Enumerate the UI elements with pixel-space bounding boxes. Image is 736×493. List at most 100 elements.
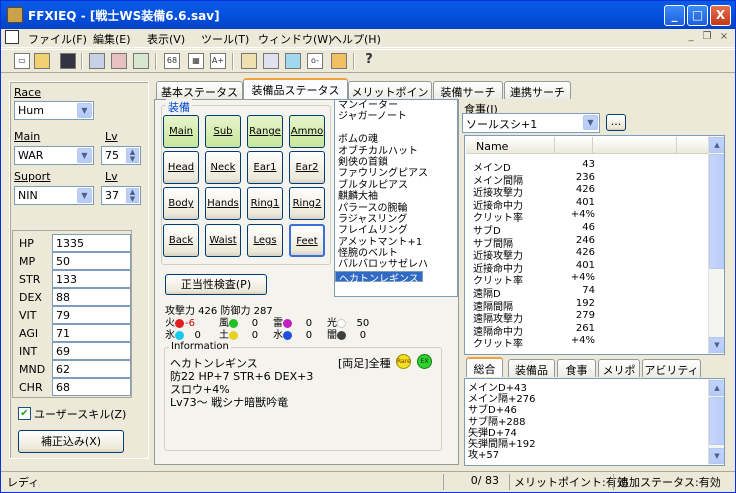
mdi-minimize-button[interactable]: _ [684,31,698,45]
chevron-down-icon[interactable]: ▼ [77,148,92,163]
slot-feet[interactable]: Feet [289,224,325,257]
support-lv-spinner[interactable]: 37 ▲ ▼ [101,186,141,205]
slot-head[interactable]: Head [163,151,199,184]
food-icon[interactable] [331,53,347,69]
key-icon[interactable]: o- [307,53,323,69]
desc-line: 攻+57 [468,450,500,462]
menu-tools[interactable]: ツール(T) [201,31,249,47]
slot-hands[interactable]: Hands [205,187,241,220]
tab-merit-points[interactable]: メリットポイント [348,81,432,115]
list-item[interactable]: ファウリングピアス [335,168,457,179]
list-item[interactable]: ボムの魂 [335,134,457,145]
spin-arrows-icon[interactable]: ▲ ▼ [126,148,139,163]
list-item[interactable]: マンイーター [335,100,457,111]
list-item[interactable]: アメットマント+1 [335,237,457,248]
close-button[interactable]: X [710,5,731,26]
list-item[interactable]: 剣侠の首鎖 [335,157,457,168]
help-icon[interactable]: ? [361,53,377,69]
list-item[interactable]: 怪腕のベルト [335,248,457,259]
slot-ear2[interactable]: Ear2 [289,151,325,184]
maximize-button[interactable]: □ [687,5,708,26]
user-skill-checkbox[interactable]: ✔ [18,407,31,420]
slot-neck[interactable]: Neck [205,151,241,184]
menu-edit[interactable]: 編集(E) [93,31,131,47]
slot-back[interactable]: Back [163,224,199,257]
scroll-up-icon[interactable]: ▲ [709,137,724,153]
list-item[interactable]: オブチカルハット [335,146,457,157]
menu-help[interactable]: ヘルプ(H) [331,31,381,47]
scroll-down-icon[interactable]: ▼ [709,448,724,464]
scroll-thumb[interactable] [709,397,724,445]
hosei-button[interactable]: 補正込み(X) [18,430,124,453]
mdi-restore-button[interactable]: ❐ [700,31,714,45]
minimize-button[interactable]: _ [664,5,685,26]
house-icon[interactable] [241,53,257,69]
menu-view[interactable]: 表示(V) [147,31,185,47]
slot-body[interactable]: Body [163,187,199,220]
tab-basic-status[interactable]: 基本ステータス [156,81,243,99]
main-job-select[interactable]: WAR ▼ [14,146,94,165]
main-lv-spinner[interactable]: 75 ▲ ▼ [101,146,141,165]
column-header-name[interactable]: Name [476,140,508,153]
gem-icon[interactable] [285,53,301,69]
tab-equip-search[interactable]: 装備サーチ [433,81,503,99]
list-item[interactable]: ブルタルピアス [335,180,457,191]
tab-merit[interactable]: メリポ [598,359,640,377]
tab-overall[interactable]: 総合 [466,357,503,377]
description-scrollbar[interactable]: ▲ ▼ [708,379,724,465]
chevron-down-icon[interactable]: ▼ [77,188,92,203]
food-select[interactable]: ソールスシ+1 ▼ [462,113,600,133]
menu-file[interactable]: ファイル(F) [28,31,87,47]
list-item[interactable] [335,123,457,134]
summary-scrollbar[interactable]: ▲ ▼ [708,136,724,354]
list-item[interactable]: バルバロッサゼレハ [335,259,457,270]
tab-chain-search[interactable]: 連携サーチ [504,81,571,99]
doc-icon[interactable] [89,53,105,69]
mdi-close-button[interactable]: × [717,31,731,45]
scroll-thumb[interactable] [709,154,724,269]
list-item[interactable]: ジャガーノート [335,111,457,122]
document-icon[interactable] [5,30,19,44]
title-bar[interactable]: FFXIEQ - [戦士WS装備6.6.sav] _ □ X [1,1,735,29]
app-icon[interactable] [7,7,23,23]
doc2-icon[interactable] [111,53,127,69]
slot-ring1[interactable]: Ring1 [247,187,283,220]
menu-window[interactable]: ウィンドウ(W) [258,31,332,47]
race-select[interactable]: Hum ▼ [14,101,94,120]
tab-ability[interactable]: アビリティ [642,359,701,377]
support-job-select[interactable]: NIN ▼ [14,186,94,205]
scroll-up-icon[interactable]: ▲ [709,380,724,396]
slot-main[interactable]: Main [163,115,199,148]
chevron-down-icon[interactable]: ▼ [77,103,92,118]
tab-equipment[interactable]: 装備品 [508,359,555,377]
slot-sub[interactable]: Sub [205,115,241,148]
chevron-down-icon[interactable]: ▼ [583,115,598,130]
slot-ammo[interactable]: Ammo [289,115,325,148]
list-item[interactable]: ラジャスリング [335,214,457,225]
tab-food[interactable]: 食事 [557,359,596,377]
sixty-eight-icon[interactable]: 68 [164,53,180,69]
tab-equipment-status[interactable]: 装備品ステータス [243,78,348,100]
new-icon[interactable]: ▭ [14,53,30,69]
slot-ear1[interactable]: Ear1 [247,151,283,184]
stat-name: STR [19,273,41,286]
list-item-selected[interactable]: ヘカトンレギンス [335,270,423,285]
slot-waist[interactable]: Waist [205,224,241,257]
save-icon[interactable] [60,53,76,69]
equipped-items-list[interactable]: マンイーター ジャガーノート ボムの魂 オブチカルハット 剣侠の首鎖 ファウリン… [334,99,458,297]
list-item[interactable]: フレイムリング [335,225,457,236]
validity-check-button[interactable]: 正当性検査(P) [165,274,267,295]
list-item[interactable]: パラースの腕輪 [335,203,457,214]
slot-legs[interactable]: Legs [247,224,283,257]
slot-ring2[interactable]: Ring2 [289,187,325,220]
aplus-icon[interactable]: A+ [210,53,226,69]
list-item[interactable]: 麒麟大袖 [335,191,457,202]
grid-icon[interactable]: ▦ [188,53,204,69]
spin-arrows-icon[interactable]: ▲ ▼ [126,188,139,203]
compass-icon[interactable] [263,53,279,69]
slot-range[interactable]: Range [247,115,283,148]
food-browse-button[interactable]: ... [606,114,626,131]
open-icon[interactable] [34,53,50,69]
doc3-icon[interactable] [133,53,149,69]
scroll-down-icon[interactable]: ▼ [709,337,724,353]
